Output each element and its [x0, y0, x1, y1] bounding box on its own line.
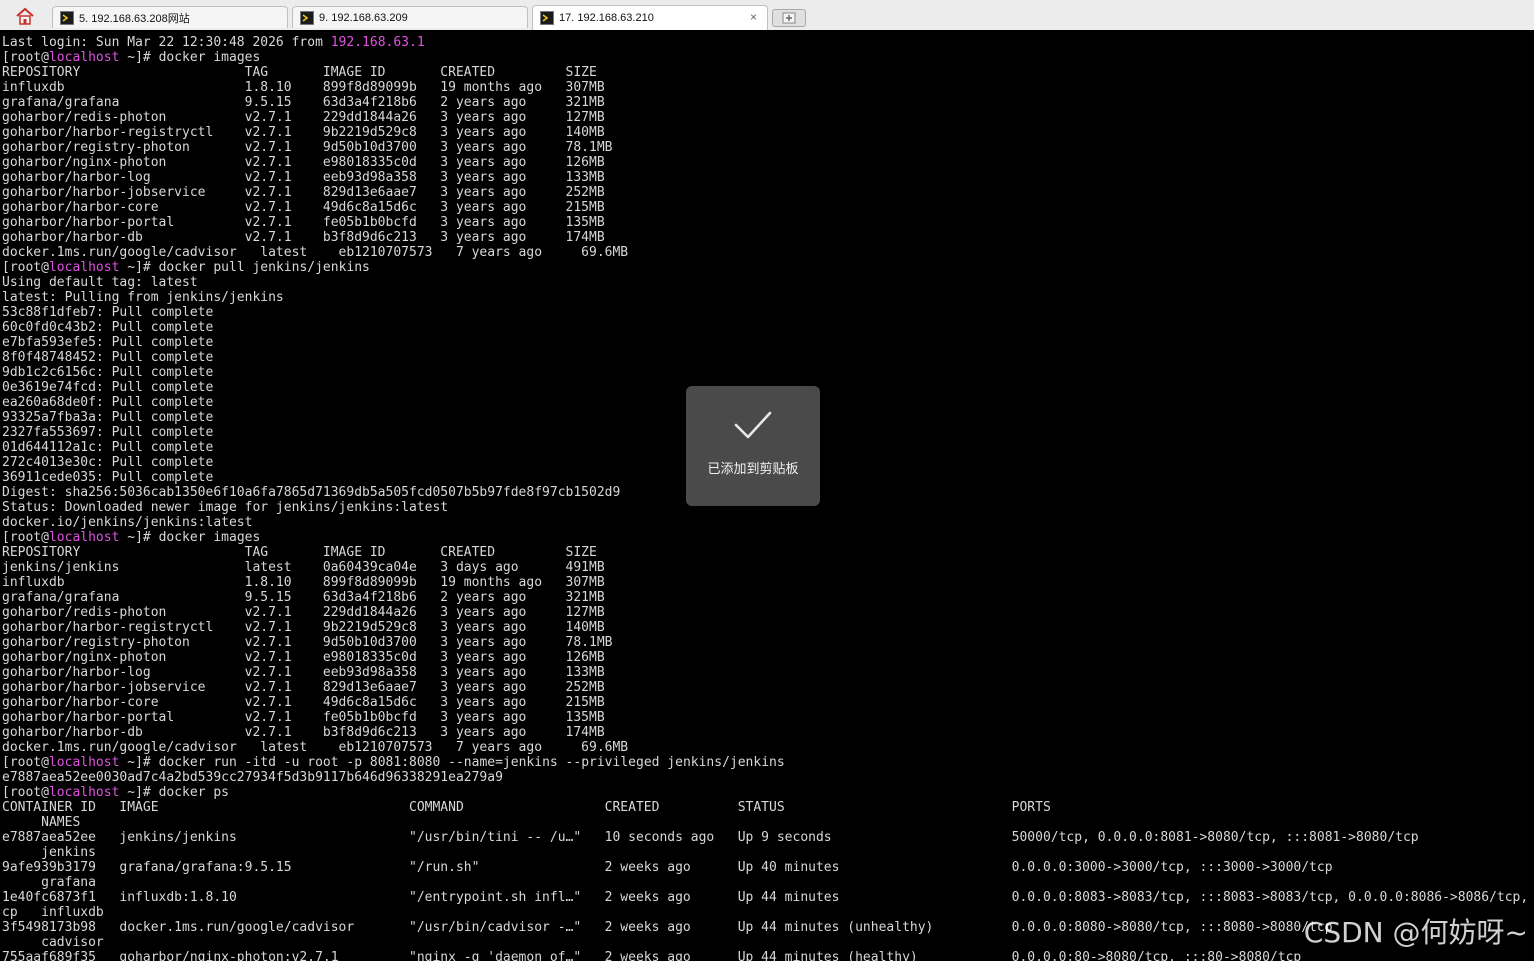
home-icon — [16, 7, 34, 25]
image-row: goharbor/harbor-portal v2.7.1 fe05b1b0bc… — [2, 710, 605, 725]
tab-label: 5. 192.168.63.208网站 — [79, 12, 190, 25]
image-row: goharbor/registry-photon v2.7.1 9d50b10d… — [2, 140, 613, 155]
ps-line: cadvisor — [2, 935, 104, 950]
pull-line: 0e3619e74fcd: Pull complete — [2, 380, 214, 395]
tab-label: 17. 192.168.63.210 — [559, 12, 654, 24]
pull-line: Status: Downloaded newer image for jenki… — [2, 500, 449, 515]
close-icon[interactable]: × — [750, 10, 757, 24]
image-row: influxdb 1.8.10 899f8d89099b 19 months a… — [2, 80, 605, 95]
terminal-session-icon — [60, 10, 74, 25]
prompt-user: [root@ — [2, 755, 49, 770]
image-row: grafana/grafana 9.5.15 63d3a4f218b6 2 ye… — [2, 590, 605, 605]
watermark: CSDN @何妨呀~ — [1303, 916, 1528, 949]
prompt-suffix: ~]# — [119, 785, 159, 800]
prompt-suffix: ~]# — [119, 755, 159, 770]
pull-line: Using default tag: latest — [2, 275, 198, 290]
image-row: goharbor/harbor-registryctl v2.7.1 9b221… — [2, 125, 605, 140]
new-tab-button[interactable] — [772, 9, 806, 27]
home-button[interactable] — [4, 4, 46, 28]
login-ip: 192.168.63.1 — [330, 35, 425, 50]
image-row: goharbor/harbor-jobservice v2.7.1 829d13… — [2, 680, 605, 695]
image-row: goharbor/nginx-photon v2.7.1 e98018335c0… — [2, 650, 605, 665]
pull-line: 8f0f48748452: Pull complete — [2, 350, 214, 365]
image-row: docker.1ms.run/google/cadvisor latest eb… — [2, 740, 629, 755]
pull-line: 01d644112a1c: Pull complete — [2, 440, 214, 455]
container-id-output: e7887aea52ee0030ad7c4a2bd539cc27934f5d3b… — [2, 770, 503, 785]
pull-line: latest: Pulling from jenkins/jenkins — [2, 290, 284, 305]
ps-line: 9afe939b3179 grafana/grafana:9.5.15 "/ru… — [2, 860, 1333, 875]
prompt-suffix: ~]# — [119, 260, 159, 275]
images-header: REPOSITORY TAG IMAGE ID CREATED SIZE — [2, 545, 597, 560]
login-line: Last login: Sun Mar 22 12:30:48 2026 fro… — [2, 35, 331, 50]
ps-line: grafana — [2, 875, 96, 890]
tab-session-17[interactable]: 17. 192.168.63.210 × — [532, 5, 768, 30]
image-row: docker.1ms.run/google/cadvisor latest eb… — [2, 245, 629, 260]
image-row: goharbor/redis-photon v2.7.1 229dd1844a2… — [2, 110, 605, 125]
ps-line: 1e40fc6873f1 influxdb:1.8.10 "/entrypoin… — [2, 890, 1534, 905]
prompt-suffix: ~]# — [119, 50, 159, 65]
pull-line: 272c4013e30c: Pull complete — [2, 455, 214, 470]
toast-message: 已添加到剪贴板 — [707, 462, 799, 477]
pull-line: 53c88f1dfeb7: Pull complete — [2, 305, 214, 320]
clipboard-toast: 已添加到剪贴板 — [686, 386, 820, 506]
images-header: REPOSITORY TAG IMAGE ID CREATED SIZE — [2, 65, 597, 80]
image-row: goharbor/harbor-log v2.7.1 eeb93d98a358 … — [2, 665, 605, 680]
ps-line: 755aaf689f35 goharbor/nginx-photon:v2.7.… — [2, 950, 1302, 961]
tab-session-5[interactable]: 5. 192.168.63.208网站 — [52, 6, 288, 28]
command-text: docker pull jenkins/jenkins — [158, 260, 370, 275]
checkmark-icon — [734, 411, 772, 439]
prompt-suffix: ~]# — [119, 530, 159, 545]
command-text: docker ps — [158, 785, 230, 800]
image-row: jenkins/jenkins latest 0a60439ca04e 3 da… — [2, 560, 605, 575]
command-text: docker images — [158, 50, 261, 65]
pull-line: 9db1c2c6156c: Pull complete — [2, 365, 214, 380]
tab-bar: 5. 192.168.63.208网站 9. 192.168.63.209 17… — [0, 0, 1534, 31]
command-text: docker run -itd -u root -p 8081:8080 --n… — [158, 755, 785, 770]
pull-line: ea260a68de0f: Pull complete — [2, 395, 214, 410]
prompt-host: localhost — [48, 530, 120, 545]
image-row: goharbor/harbor-core v2.7.1 49d6c8a15d6c… — [2, 695, 605, 710]
terminal-session-icon — [300, 10, 314, 25]
image-row: goharbor/harbor-db v2.7.1 b3f8d9d6c213 3… — [2, 230, 605, 245]
prompt-user: [root@ — [2, 50, 49, 65]
command-text: docker images — [158, 530, 261, 545]
image-row: goharbor/harbor-jobservice v2.7.1 829d13… — [2, 185, 605, 200]
image-row: goharbor/harbor-db v2.7.1 b3f8d9d6c213 3… — [2, 725, 605, 740]
image-row: goharbor/harbor-registryctl v2.7.1 9b221… — [2, 620, 605, 635]
ps-line: 3f5498173b98 docker.1ms.run/google/cadvi… — [2, 920, 1333, 935]
ps-line: jenkins — [2, 845, 96, 860]
prompt-user: [root@ — [2, 260, 49, 275]
prompt-user: [root@ — [2, 785, 49, 800]
image-row: goharbor/harbor-log v2.7.1 eeb93d98a358 … — [2, 170, 605, 185]
prompt-host: localhost — [48, 755, 120, 770]
pull-line: 2327fa553697: Pull complete — [2, 425, 214, 440]
ps-line: NAMES — [2, 815, 81, 830]
pull-line: Digest: sha256:5036cab1350e6f10a6fa7865d… — [2, 485, 621, 500]
ps-line: cp influxdb — [2, 905, 104, 920]
ps-line: CONTAINER ID IMAGE COMMAND CREATED STATU… — [2, 800, 1051, 815]
image-row: goharbor/redis-photon v2.7.1 229dd1844a2… — [2, 605, 605, 620]
tab-label: 9. 192.168.63.209 — [319, 11, 408, 24]
new-tab-icon — [782, 12, 796, 24]
pull-line: e7bfa593efe5: Pull complete — [2, 335, 214, 350]
image-row: grafana/grafana 9.5.15 63d3a4f218b6 2 ye… — [2, 95, 605, 110]
prompt-user: [root@ — [2, 530, 49, 545]
tab-session-9[interactable]: 9. 192.168.63.209 — [292, 6, 528, 28]
pull-line: docker.io/jenkins/jenkins:latest — [2, 515, 253, 530]
ps-line: e7887aea52ee jenkins/jenkins "/usr/bin/t… — [2, 830, 1419, 845]
terminal-session-icon — [540, 11, 554, 25]
prompt-host: localhost — [48, 785, 120, 800]
pull-line: 93325a7fba3a: Pull complete — [2, 410, 214, 425]
pull-line: 36911cede035: Pull complete — [2, 470, 214, 485]
image-row: goharbor/nginx-photon v2.7.1 e98018335c0… — [2, 155, 605, 170]
prompt-host: localhost — [48, 50, 120, 65]
pull-line: 60c0fd0c43b2: Pull complete — [2, 320, 214, 335]
prompt-host: localhost — [48, 260, 120, 275]
image-row: influxdb 1.8.10 899f8d89099b 19 months a… — [2, 575, 605, 590]
image-row: goharbor/harbor-core v2.7.1 49d6c8a15d6c… — [2, 200, 605, 215]
image-row: goharbor/harbor-portal v2.7.1 fe05b1b0bc… — [2, 215, 605, 230]
image-row: goharbor/registry-photon v2.7.1 9d50b10d… — [2, 635, 613, 650]
